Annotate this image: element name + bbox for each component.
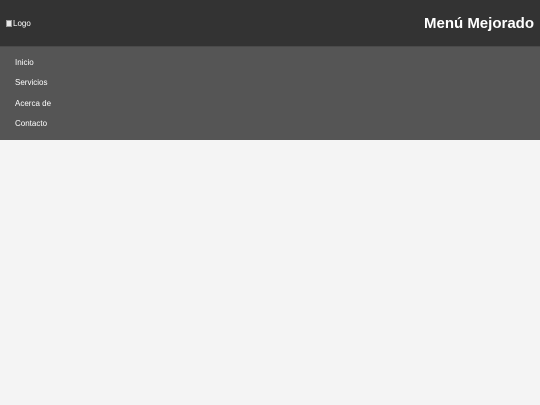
- menu-item-inicio[interactable]: Inicio: [0, 53, 540, 73]
- nav-menu: Inicio Servicios Acerca de Contacto: [0, 46, 540, 140]
- page-title: Menú Mejorado: [423, 14, 534, 32]
- menu-item-servicios[interactable]: Servicios: [0, 73, 540, 93]
- menu-item-contacto[interactable]: Contacto: [0, 114, 540, 134]
- top-header: Logo Menú Mejorado: [0, 0, 540, 46]
- broken-image-icon: [6, 19, 12, 27]
- main-content: [0, 140, 540, 405]
- logo-alt-text: Logo: [13, 18, 31, 28]
- logo[interactable]: Logo: [6, 19, 31, 28]
- menu-item-acerca-de[interactable]: Acerca de: [0, 94, 540, 114]
